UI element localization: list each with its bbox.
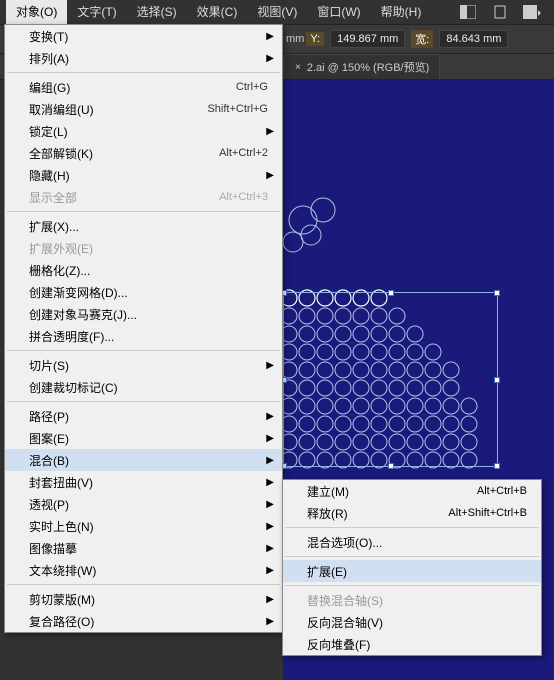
chevron-right-icon: ▶ xyxy=(266,616,274,627)
menu-rasterize[interactable]: 栅格化(Z)... xyxy=(5,259,282,281)
menu-hide[interactable]: 隐藏(H)▶ xyxy=(5,164,282,186)
x-unit: mm xyxy=(286,33,304,45)
menu-group[interactable]: 编组(G)Ctrl+G xyxy=(5,76,282,98)
chevron-right-icon: ▶ xyxy=(266,499,274,510)
menu-envelope[interactable]: 封套扭曲(V)▶ xyxy=(5,471,282,493)
submenu-replace-spine: 替换混合轴(S) xyxy=(283,589,541,611)
menu-arrange[interactable]: 排列(A)▶ xyxy=(5,47,282,69)
handle-bm[interactable] xyxy=(388,463,394,469)
document-tab[interactable]: × 2.ai @ 150% (RGB/预览) xyxy=(284,54,440,79)
menu-pattern[interactable]: 图案(E)▶ xyxy=(5,427,282,449)
chevron-right-icon: ▶ xyxy=(266,455,274,466)
handle-mr[interactable] xyxy=(494,377,500,383)
menu-lock[interactable]: 锁定(L)▶ xyxy=(5,120,282,142)
handle-tl[interactable] xyxy=(283,290,287,296)
blend-submenu: 建立(M)Alt+Ctrl+B 释放(R)Alt+Shift+Ctrl+B 混合… xyxy=(282,479,542,656)
menu-unlock-all[interactable]: 全部解锁(K)Alt+Ctrl+2 xyxy=(5,142,282,164)
menu-slice[interactable]: 切片(S)▶ xyxy=(5,354,282,376)
w-value[interactable]: 84.643 mm xyxy=(439,30,508,48)
chevron-right-icon: ▶ xyxy=(266,31,274,42)
menu-show-all: 显示全部Alt+Ctrl+3 xyxy=(5,186,282,208)
menu-gradient-mesh[interactable]: 创建渐变网格(D)... xyxy=(5,281,282,303)
chevron-right-icon: ▶ xyxy=(266,126,274,137)
chevron-right-icon: ▶ xyxy=(266,565,274,576)
menu-live-paint[interactable]: 实时上色(N)▶ xyxy=(5,515,282,537)
doc-icon[interactable] xyxy=(488,2,512,22)
menubar: 对象(O) 文字(T) 选择(S) 效果(C) 视图(V) 窗口(W) 帮助(H… xyxy=(0,0,554,24)
menu-flatten[interactable]: 拼合透明度(F)... xyxy=(5,325,282,347)
menu-path[interactable]: 路径(P)▶ xyxy=(5,405,282,427)
w-label: 宽: xyxy=(411,30,433,48)
menu-help[interactable]: 帮助(H) xyxy=(371,0,432,24)
chevron-right-icon: ▶ xyxy=(266,477,274,488)
menu-blend[interactable]: 混合(B)▶ xyxy=(5,449,282,471)
chevron-right-icon: ▶ xyxy=(266,433,274,444)
menu-ungroup[interactable]: 取消编组(U)Shift+Ctrl+G xyxy=(5,98,282,120)
handle-ml[interactable] xyxy=(283,377,287,383)
submenu-make[interactable]: 建立(M)Alt+Ctrl+B xyxy=(283,480,541,502)
handle-tm[interactable] xyxy=(388,290,394,296)
menu-crop-marks[interactable]: 创建裁切标记(C) xyxy=(5,376,282,398)
submenu-expand[interactable]: 扩展(E) xyxy=(283,560,541,582)
menu-expand[interactable]: 扩展(X)... xyxy=(5,215,282,237)
submenu-options[interactable]: 混合选项(O)... xyxy=(283,531,541,553)
chevron-right-icon: ▶ xyxy=(266,360,274,371)
menu-perspective[interactable]: 透视(P)▶ xyxy=(5,493,282,515)
object-menu: 变换(T)▶ 排列(A)▶ 编组(G)Ctrl+G 取消编组(U)Shift+C… xyxy=(4,24,283,633)
menu-clip-mask[interactable]: 剪切蒙版(M)▶ xyxy=(5,588,282,610)
layout-icon[interactable] xyxy=(456,2,480,22)
menu-object[interactable]: 对象(O) xyxy=(6,0,67,24)
menu-object-mosaic[interactable]: 创建对象马赛克(J)... xyxy=(5,303,282,325)
menu-view[interactable]: 视图(V) xyxy=(247,0,307,24)
panel-icon[interactable] xyxy=(520,2,544,22)
chevron-right-icon: ▶ xyxy=(266,170,274,181)
submenu-release[interactable]: 释放(R)Alt+Shift+Ctrl+B xyxy=(283,502,541,524)
selection-box[interactable] xyxy=(283,292,498,467)
handle-br[interactable] xyxy=(494,463,500,469)
menu-text-wrap[interactable]: 文本绕排(W)▶ xyxy=(5,559,282,581)
menu-image-trace[interactable]: 图像描摹▶ xyxy=(5,537,282,559)
menu-type[interactable]: 文字(T) xyxy=(67,0,126,24)
menu-window[interactable]: 窗口(W) xyxy=(307,0,370,24)
close-icon[interactable]: × xyxy=(295,62,301,73)
chevron-right-icon: ▶ xyxy=(266,543,274,554)
chevron-right-icon: ▶ xyxy=(266,53,274,64)
chevron-right-icon: ▶ xyxy=(266,594,274,605)
chevron-right-icon: ▶ xyxy=(266,411,274,422)
menu-expand-appearance: 扩展外观(E) xyxy=(5,237,282,259)
submenu-reverse-stack[interactable]: 反向堆叠(F) xyxy=(283,633,541,655)
menu-select[interactable]: 选择(S) xyxy=(127,0,187,24)
y-value[interactable]: 149.867 mm xyxy=(330,30,405,48)
menu-compound[interactable]: 复合路径(O)▶ xyxy=(5,610,282,632)
handle-tr[interactable] xyxy=(494,290,500,296)
chevron-right-icon: ▶ xyxy=(266,521,274,532)
y-label: Y: xyxy=(306,32,324,46)
tab-title: 2.ai @ 150% (RGB/预览) xyxy=(307,59,429,75)
submenu-reverse-spine[interactable]: 反向混合轴(V) xyxy=(283,611,541,633)
handle-bl[interactable] xyxy=(283,463,287,469)
menu-effect[interactable]: 效果(C) xyxy=(187,0,248,24)
menu-transform[interactable]: 变换(T)▶ xyxy=(5,25,282,47)
